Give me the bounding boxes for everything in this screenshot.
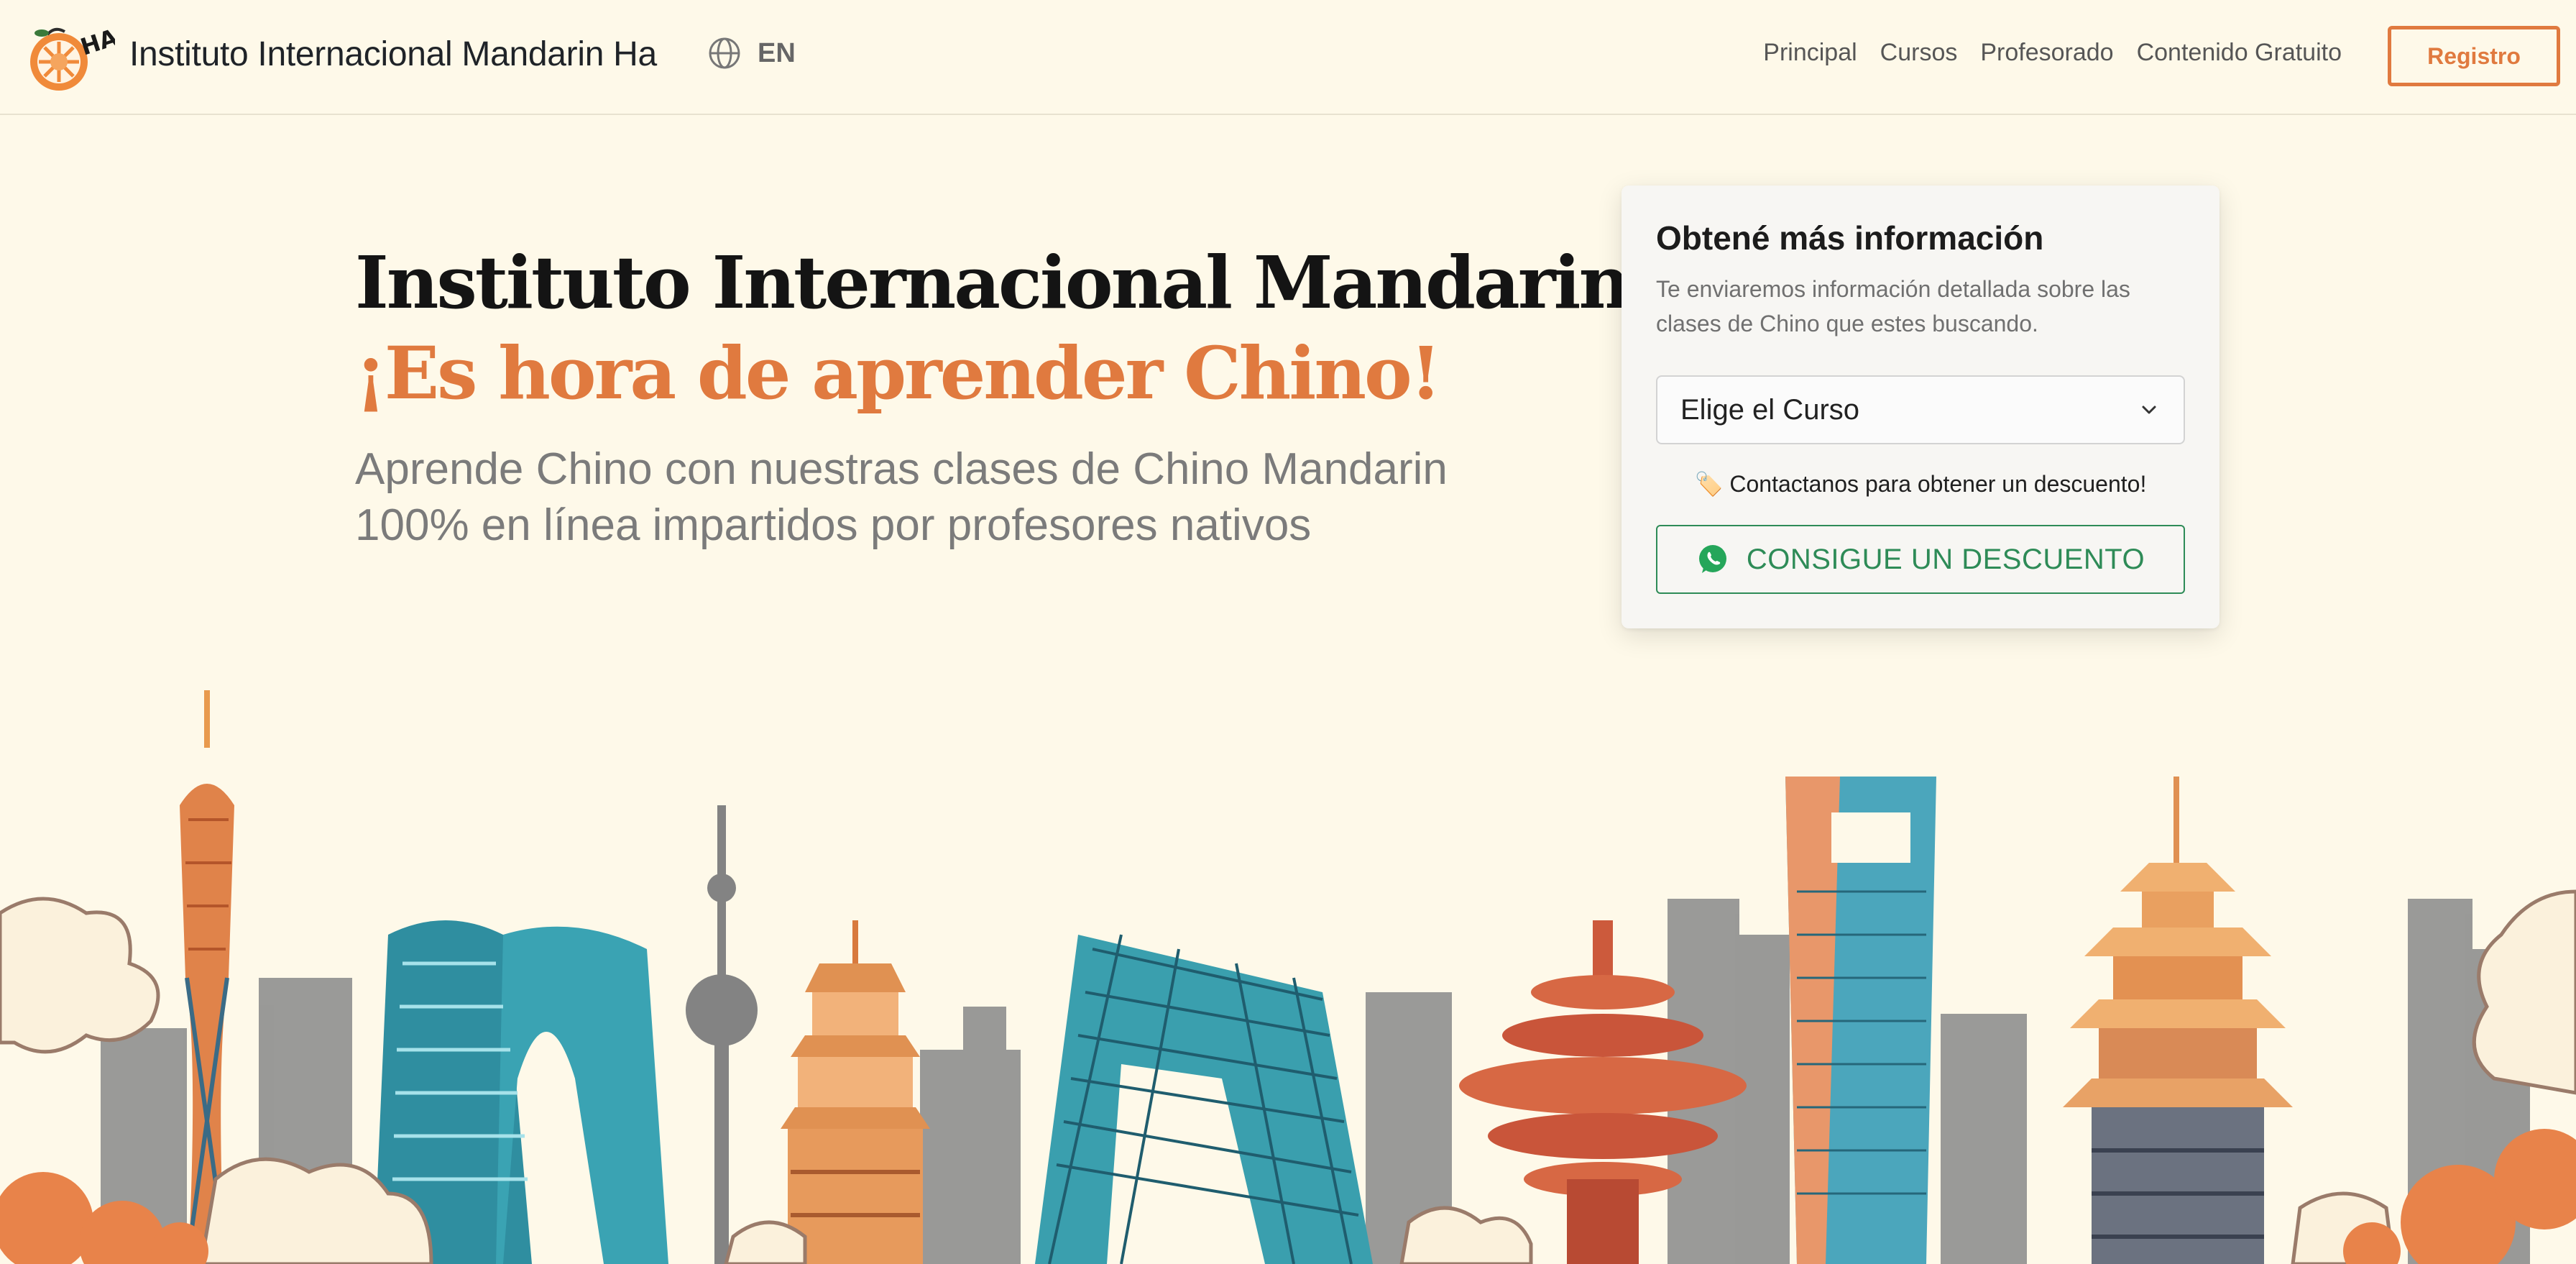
info-request-card: Obtené más información Te enviaremos inf… xyxy=(1622,186,2220,628)
whatsapp-icon xyxy=(1698,545,1726,573)
logo-mark-icon[interactable]: HA! xyxy=(22,20,131,93)
nav-item-profesorado[interactable]: Profesorado xyxy=(1980,39,2113,67)
course-select-value: Elige el Curso xyxy=(1680,393,1860,426)
get-discount-button[interactable]: CONSIGUE UN DESCUENTO xyxy=(1656,525,2185,594)
city-skyline-illustration xyxy=(0,690,2576,1264)
top-nav-bar: HA! Instituto Internacional Mandarin Ha … xyxy=(0,0,2576,115)
get-discount-label: CONSIGUE UN DESCUENTO xyxy=(1746,543,2145,575)
hero-subtitle: Aprende Chino con nuestras clases de Chi… xyxy=(355,444,1448,550)
globe-icon xyxy=(709,37,740,69)
main-nav: Principal Cursos Profesorado Contenido G… xyxy=(1763,39,2342,67)
course-select[interactable]: Elige el Curso xyxy=(1656,375,2185,444)
language-switcher[interactable]: EN xyxy=(707,36,796,70)
page: HA! Instituto Internacional Mandarin Ha … xyxy=(0,0,2576,1264)
card-description: Te enviaremos información detallada sobr… xyxy=(1656,276,2130,336)
discount-note: 🏷️ Contactanos para obtener un descuento… xyxy=(1694,471,2147,497)
card-title: Obtené más información xyxy=(1656,219,2044,257)
nav-item-contenido-gratuito[interactable]: Contenido Gratuito xyxy=(2137,39,2342,67)
hero-title: Instituto Internacional Mandarin Ha, ¡Es… xyxy=(355,237,1787,418)
brand-name[interactable]: Instituto Internacional Mandarin Ha xyxy=(129,35,657,74)
language-label: EN xyxy=(758,37,796,68)
register-button[interactable]: Registro xyxy=(2388,26,2560,86)
nav-item-principal[interactable]: Principal xyxy=(1763,39,1857,67)
hero-title-line2: ¡Es hora de aprender Chino! xyxy=(355,331,1442,416)
nav-item-cursos[interactable]: Cursos xyxy=(1880,39,1958,67)
hero-title-line1: Instituto Internacional Mandarin Ha, xyxy=(355,240,1787,325)
chevron-down-icon xyxy=(2142,406,2156,414)
